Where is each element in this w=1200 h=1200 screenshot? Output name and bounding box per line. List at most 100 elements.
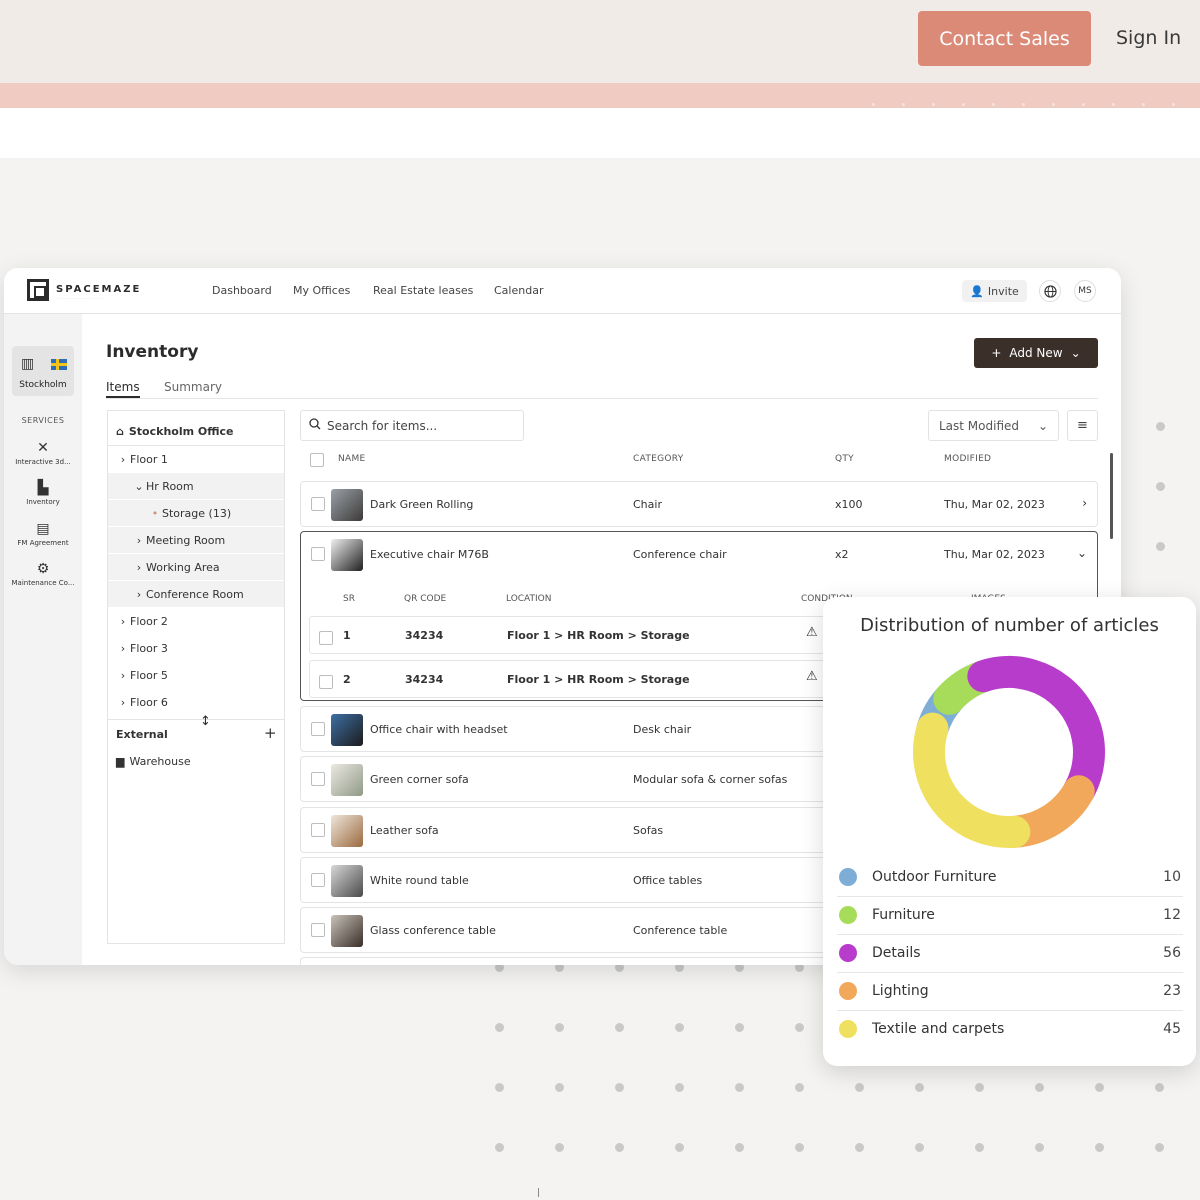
service-interactive-3d[interactable]: ✕ Interactive 3d... [4,440,82,466]
legend-label: Details [872,945,921,961]
maintenance-icon: ⚙ [36,561,50,577]
row-checkbox[interactable] [319,675,333,689]
invite-button[interactable]: 👤 Invite [962,280,1027,302]
row-checkbox[interactable] [311,823,325,837]
decorative-dot [555,1143,564,1152]
decorative-dot [735,1083,744,1092]
tab-items[interactable]: Items [106,380,140,398]
item-modified: Thu, Mar 02, 2023 [944,548,1045,561]
sort-select[interactable]: Last Modified ⌄ [928,410,1059,441]
add-external-icon[interactable]: + [264,724,277,742]
tree-item-floor-2[interactable]: › Floor 2 [108,608,284,634]
tree-item-warehouse[interactable]: ▆ Warehouse [108,748,284,774]
legend-label: Lighting [872,983,929,999]
decorative-dot [795,1143,804,1152]
legend-label: Textile and carpets [872,1021,1005,1037]
avatar[interactable]: MS [1074,280,1096,302]
legend-item: Outdoor Furniture 10 [837,859,1183,897]
tree-item-meeting-room[interactable]: › Meeting Room [108,527,284,553]
legend-color-swatch [839,906,857,924]
legend-value: 23 [1163,983,1181,999]
resize-handle-icon[interactable]: ↕ [200,714,211,729]
legend-color-swatch [839,868,857,886]
chevron-down-icon[interactable]: ⌄ [1077,546,1087,560]
item-name: Dark Green Rolling [370,498,474,511]
column-category[interactable]: CATEGORY [633,454,684,464]
item-modified: Thu, Mar 02, 2023 [944,498,1045,511]
item-thumbnail [331,915,363,947]
decorative-dot [495,1023,504,1032]
row-checkbox[interactable] [311,772,325,786]
chevron-down-icon: ⌄ [134,479,144,493]
table-row[interactable]: Dark Green Rolling Chair x100 Thu, Mar 0… [300,481,1098,527]
legend-value: 56 [1163,945,1181,961]
tree-item-floor-1[interactable]: › Floor 1 [108,446,284,472]
search-input[interactable]: Search for items... [300,410,524,441]
column-qty[interactable]: QTY [835,454,854,464]
select-all-checkbox[interactable] [310,453,324,467]
row-checkbox[interactable] [311,923,325,937]
decorative-dot [555,1083,564,1092]
row-checkbox[interactable] [311,497,325,511]
building-icon: ▥ [21,356,35,372]
distribution-chart-card: Distribution of number of articles Outdo… [823,597,1196,1066]
nav-my-offices[interactable]: My Offices [293,284,350,297]
filter-icon[interactable]: ≡ [1067,410,1098,441]
chevron-right-icon[interactable]: › [1082,496,1087,510]
decorative-dot [1142,103,1145,106]
nav-calendar[interactable]: Calendar [494,284,543,297]
condition-warning-icon[interactable]: ⚠ [806,669,818,684]
tree-item-hr-room[interactable]: ⌄ Hr Room [108,473,284,499]
service-inventory[interactable]: ▙ Inventory [4,480,82,506]
row-checkbox[interactable] [311,722,325,736]
legend-color-swatch [839,982,857,1000]
decorative-dot [675,1143,684,1152]
column-name[interactable]: NAME [338,454,366,464]
decorative-dot [555,1023,564,1032]
search-placeholder: Search for items... [327,418,438,433]
service-maintenance[interactable]: ⚙ Maintenance Co... [4,561,82,587]
item-thumbnail [331,539,363,571]
item-category: Office tables [633,874,703,887]
left-sidebar: ▥ Stockholm SERVICES ✕ Interactive 3d...… [4,314,82,965]
column-modified[interactable]: MODIFIED [944,454,991,464]
decorative-dot [495,1143,504,1152]
service-fm-agreement[interactable]: ▤ FM Agreement [4,521,82,547]
sign-in-link[interactable]: Sign In [1116,27,1181,49]
add-new-button[interactable]: + Add New ⌄ [974,338,1098,368]
tab-summary[interactable]: Summary [164,380,222,394]
condition-warning-icon[interactable]: ⚠ [806,625,818,640]
tree-item-storage[interactable]: • Storage (13) [108,500,284,526]
add-new-label: Add New [1009,346,1063,360]
decorative-dot [495,1083,504,1092]
tree-item-floor-5[interactable]: › Floor 5 [108,662,284,688]
decorative-dot [855,1083,864,1092]
unit-qr-code: 34234 [405,629,444,642]
row-checkbox[interactable] [311,873,325,887]
item-name: White round table [370,874,469,887]
sub-column-location: LOCATION [506,594,552,604]
legend-value: 10 [1163,869,1181,885]
tree-item-floor-3[interactable]: › Floor 3 [108,635,284,661]
tree-item-floor-6[interactable]: › Floor 6 [108,689,284,715]
item-thumbnail [331,764,363,796]
decorative-dot [902,103,905,106]
table-scrollbar[interactable] [1110,453,1113,539]
tree-root-stockholm-office[interactable]: ⌂ Stockholm Office [108,418,284,444]
nav-dashboard[interactable]: Dashboard [212,284,272,297]
globe-icon[interactable] [1039,280,1061,302]
row-checkbox[interactable] [319,631,333,645]
contact-sales-button[interactable]: Contact Sales [918,11,1091,66]
location-selector[interactable]: ▥ Stockholm [12,346,74,396]
tree-item-working-area[interactable]: › Working Area [108,554,284,580]
legend-value: 45 [1163,1021,1181,1037]
decorative-dot [615,1083,624,1092]
row-checkbox[interactable] [311,547,325,561]
tree-item-conference-room[interactable]: › Conference Room [108,581,284,607]
legend-item: Lighting 23 [837,973,1183,1011]
unit-sr: 1 [343,629,351,642]
nav-real-estate-leases[interactable]: Real Estate leases [373,284,473,297]
item-thumbnail [331,815,363,847]
decorative-dot [915,1143,924,1152]
add-user-icon: 👤 [970,284,984,298]
